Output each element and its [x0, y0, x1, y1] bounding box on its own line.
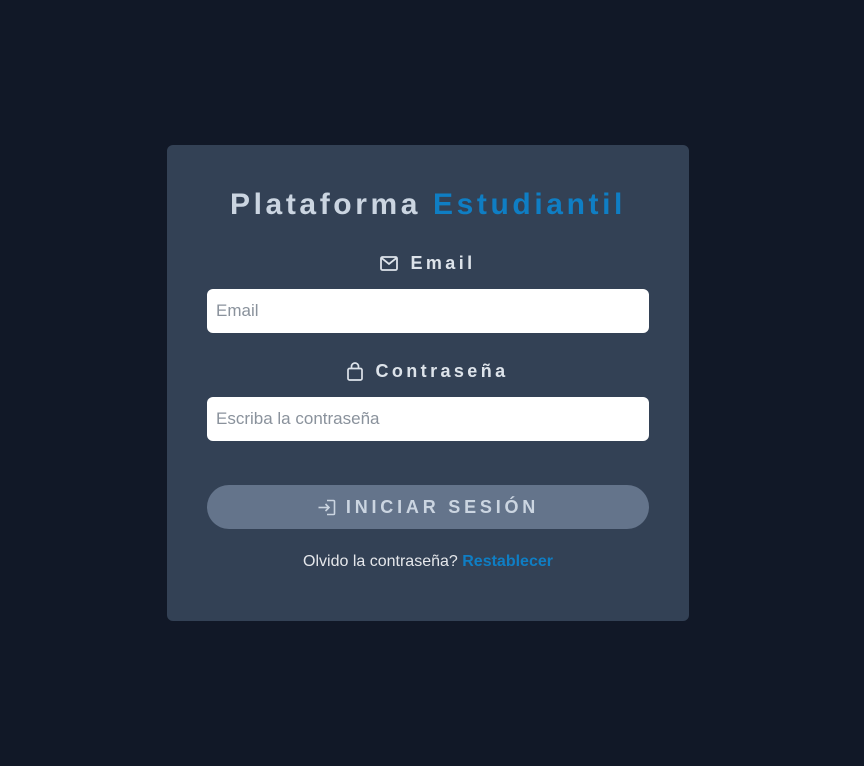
forgot-password-row: Olvido la contraseña? Restablecer [167, 551, 689, 573]
forgot-password-text: Olvido la contraseña? [303, 553, 458, 570]
sign-in-icon [317, 499, 336, 516]
email-label-row: Email [167, 251, 689, 275]
login-button-label: INICIAR SESIÓN [345, 496, 540, 517]
email-label: Email [410, 253, 476, 273]
login-page: Plataforma Estudiantil Email Contraseña [0, 0, 864, 766]
password-label-row: Contraseña [167, 359, 689, 383]
title-main: Plataforma [230, 188, 422, 221]
reset-password-link[interactable]: Restablecer [462, 553, 553, 570]
password-label: Contraseña [375, 361, 509, 381]
email-field[interactable] [207, 289, 649, 333]
title-accent: Estudiantil [433, 188, 626, 221]
login-card: Plataforma Estudiantil Email Contraseña [167, 145, 689, 621]
page-title: Plataforma Estudiantil [167, 187, 689, 223]
login-button[interactable]: INICIAR SESIÓN [207, 485, 649, 529]
lock-icon [347, 361, 364, 381]
password-field[interactable] [207, 397, 649, 441]
envelope-icon [380, 255, 399, 271]
